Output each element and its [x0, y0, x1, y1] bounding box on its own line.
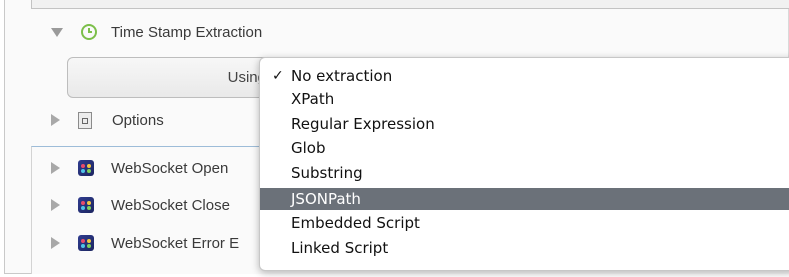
websocket-open-label: WebSocket Open	[111, 159, 229, 177]
websocket-icon	[78, 197, 94, 213]
menu-item-label: JSONPath	[291, 190, 361, 208]
disclosure-collapsed-icon[interactable]	[51, 199, 60, 211]
menu-item-linked-script[interactable]: Linked Script	[260, 237, 789, 259]
menu-item-label: Linked Script	[291, 239, 389, 257]
menu-item-xpath[interactable]: XPath	[260, 88, 789, 110]
options-label: Options	[112, 111, 164, 129]
menu-item-substring[interactable]: Substring	[260, 162, 789, 184]
menu-item-jsonpath[interactable]: JSONPath	[260, 188, 789, 210]
websocket-icon	[78, 160, 94, 176]
timestamp-section-title: Time Stamp Extraction	[111, 23, 263, 41]
extraction-method-menu: ✓ No extraction XPath Regular Expression…	[259, 57, 789, 271]
menu-item-label: XPath	[291, 90, 335, 108]
websocket-icon	[78, 235, 94, 251]
websocket-error-label: WebSocket Error E	[111, 234, 240, 252]
document-icon	[78, 111, 92, 129]
checkmark-icon: ✓	[272, 68, 284, 84]
menu-item-glob[interactable]: Glob	[260, 137, 789, 159]
menu-item-label: Substring	[291, 164, 363, 182]
clock-icon	[81, 24, 97, 40]
disclosure-collapsed-icon[interactable]	[51, 114, 60, 126]
menu-item-label: Embedded Script	[291, 214, 420, 232]
menu-item-no-extraction[interactable]: ✓ No extraction	[260, 65, 789, 87]
menu-item-embedded-script[interactable]: Embedded Script	[260, 212, 789, 234]
websocket-close-label: WebSocket Close	[111, 196, 230, 214]
disclosure-expanded-icon[interactable]	[51, 27, 63, 37]
panel-header-strip	[31, 0, 789, 9]
menu-item-label: Glob	[291, 139, 326, 157]
menu-item-regular-expression[interactable]: Regular Expression	[260, 113, 789, 135]
disclosure-collapsed-icon[interactable]	[51, 162, 60, 174]
disclosure-collapsed-icon[interactable]	[51, 237, 60, 249]
menu-item-label: Regular Expression	[291, 115, 435, 133]
menu-item-label: No extraction	[291, 67, 393, 85]
timestamp-section-header[interactable]: Time Stamp Extraction	[5, 14, 788, 50]
